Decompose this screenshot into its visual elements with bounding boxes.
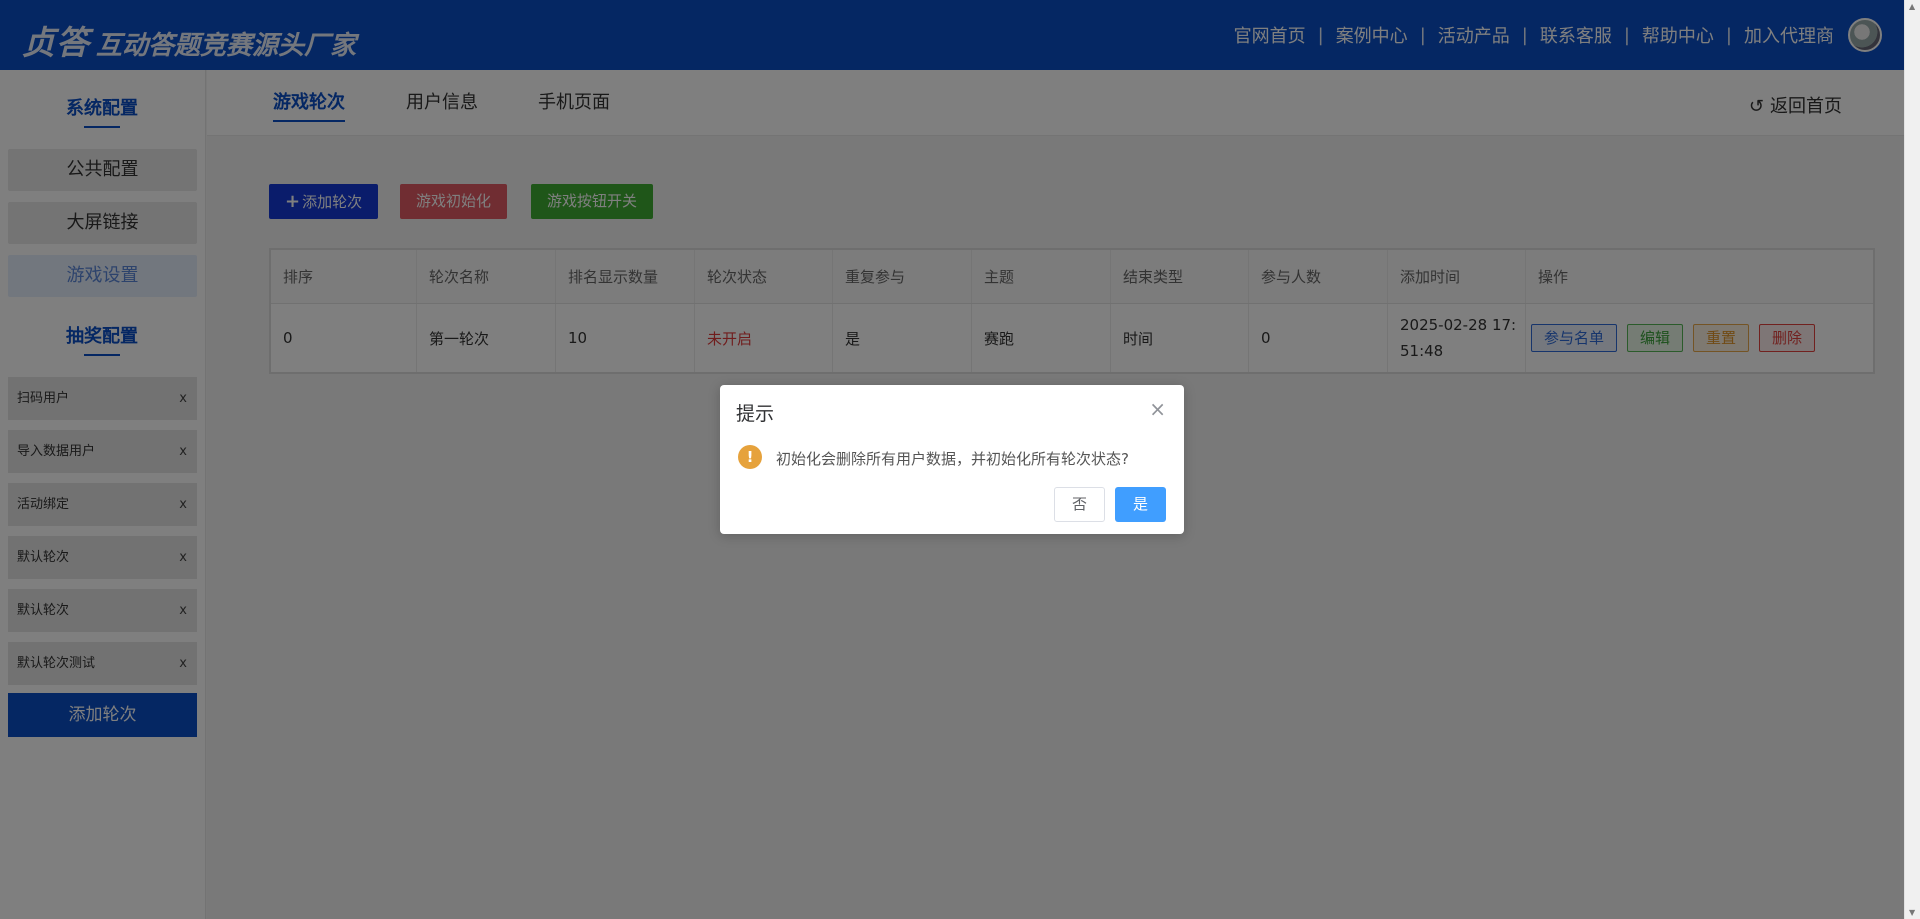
- confirm-button[interactable]: 是: [1115, 487, 1166, 522]
- warning-icon: !: [738, 445, 762, 469]
- cancel-button[interactable]: 否: [1054, 487, 1105, 522]
- close-icon[interactable]: ×: [1149, 397, 1166, 421]
- dialog-message: 初始化会删除所有用户数据，并初始化所有轮次状态?: [776, 450, 1129, 468]
- scroll-up-icon[interactable]: ▲: [1909, 2, 1915, 11]
- confirm-dialog: 提示 × ! 初始化会删除所有用户数据，并初始化所有轮次状态? 否 是: [720, 385, 1184, 534]
- scroll-down-icon[interactable]: ▼: [1909, 908, 1915, 917]
- dialog-title: 提示: [736, 403, 775, 425]
- page-scrollbar[interactable]: ▲ ▼: [1904, 0, 1920, 919]
